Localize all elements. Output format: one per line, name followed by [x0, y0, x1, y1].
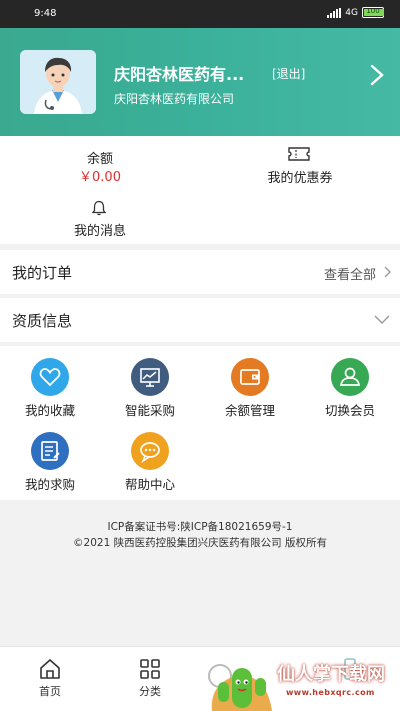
footer-info: ICP备案证书号:陕ICP备18021659号-1 ©2021 陕西医药控股集团… [0, 500, 400, 646]
grid-icon [140, 659, 160, 679]
battery-level: 100 [366, 7, 380, 15]
wallet-panel: 余额 ￥0.00 我的优惠券 我的消息 [0, 136, 400, 244]
message-item[interactable]: 我的消息 [0, 194, 200, 242]
heart-icon [31, 358, 69, 396]
chevron-right-icon[interactable] [368, 64, 386, 86]
watermark-title: 仙人掌下载网 [277, 664, 385, 685]
orders-title: 我的订单 [12, 264, 73, 282]
nav-label: 首页 [39, 685, 61, 698]
status-indicators: 4G 100 [327, 7, 384, 18]
coupon-item[interactable]: 我的优惠券 [200, 136, 400, 188]
cactus-logo-icon [211, 668, 272, 711]
battery-icon: 100 [362, 7, 384, 18]
nav-label: 分类 [139, 685, 161, 698]
balance-item[interactable]: 余额 ￥0.00 [0, 136, 200, 188]
edit-document-icon [31, 432, 69, 470]
tool-label: 我的求购 [24, 477, 75, 492]
tools-grid: 我的收藏 智能采购 余额管理 切换会员 我的求购 帮助中心 [0, 346, 400, 500]
copyright: ©2021 陕西医药控股集团兴庆医药有限公司 版权所有 [73, 537, 327, 549]
icp-record: ICP备案证书号:陕ICP备18021659号-1 [107, 521, 293, 533]
qualification-row[interactable]: 资质信息 [0, 298, 400, 342]
profile-header: 庆阳杏林医药有... [退出] 庆阳杏林医药有限公司 [0, 28, 400, 136]
nav-home[interactable]: 首页 [0, 647, 100, 711]
store-name: 庆阳杏林医药有... [114, 65, 245, 84]
status-time: 9:48 [34, 8, 57, 19]
qualification-title: 资质信息 [12, 312, 73, 330]
wallet-icon [231, 358, 269, 396]
message-label: 我的消息 [73, 224, 126, 239]
help-chat-icon [131, 432, 169, 470]
status-bar: 9:48 4G 100 [0, 0, 400, 28]
bell-icon [91, 200, 107, 216]
balance-label: 余额 [86, 152, 113, 167]
member-switch-icon [331, 358, 369, 396]
tool-my-requests[interactable]: 我的求购 [0, 420, 100, 492]
signal-icon [327, 7, 342, 18]
tool-label: 切换会员 [324, 403, 375, 418]
nav-category[interactable]: 分类 [100, 647, 200, 711]
tool-label: 余额管理 [224, 403, 275, 418]
view-all-link[interactable]: 查看全部 [324, 264, 376, 283]
tool-switch-member[interactable]: 切换会员 [300, 346, 400, 418]
tool-help-center[interactable]: 帮助中心 [100, 420, 200, 492]
ticket-icon [288, 147, 310, 161]
tool-label: 帮助中心 [124, 477, 175, 492]
my-orders-row[interactable]: 我的订单 查看全部 [0, 250, 400, 294]
network-type: 4G [345, 7, 358, 18]
monitor-chart-icon [131, 358, 169, 396]
company-name: 庆阳杏林医药有限公司 [114, 92, 235, 106]
doctor-avatar-icon[interactable] [20, 50, 96, 114]
tool-balance-management[interactable]: 余额管理 [200, 346, 300, 418]
watermark: 仙人掌下载网 www.hebxqrc.com [206, 654, 400, 711]
chevron-right-icon [384, 266, 391, 278]
home-icon [40, 659, 60, 679]
balance-value: ￥0.00 [79, 170, 121, 185]
logout-link[interactable]: [退出] [272, 65, 305, 82]
tool-favorites[interactable]: 我的收藏 [0, 346, 100, 418]
chevron-down-icon[interactable] [374, 315, 390, 325]
tool-label: 我的收藏 [24, 403, 75, 418]
watermark-url: www.hebxqrc.com [286, 688, 375, 697]
tool-smart-purchase[interactable]: 智能采购 [100, 346, 200, 418]
coupon-label: 我的优惠券 [267, 171, 333, 186]
tool-label: 智能采购 [124, 403, 175, 418]
